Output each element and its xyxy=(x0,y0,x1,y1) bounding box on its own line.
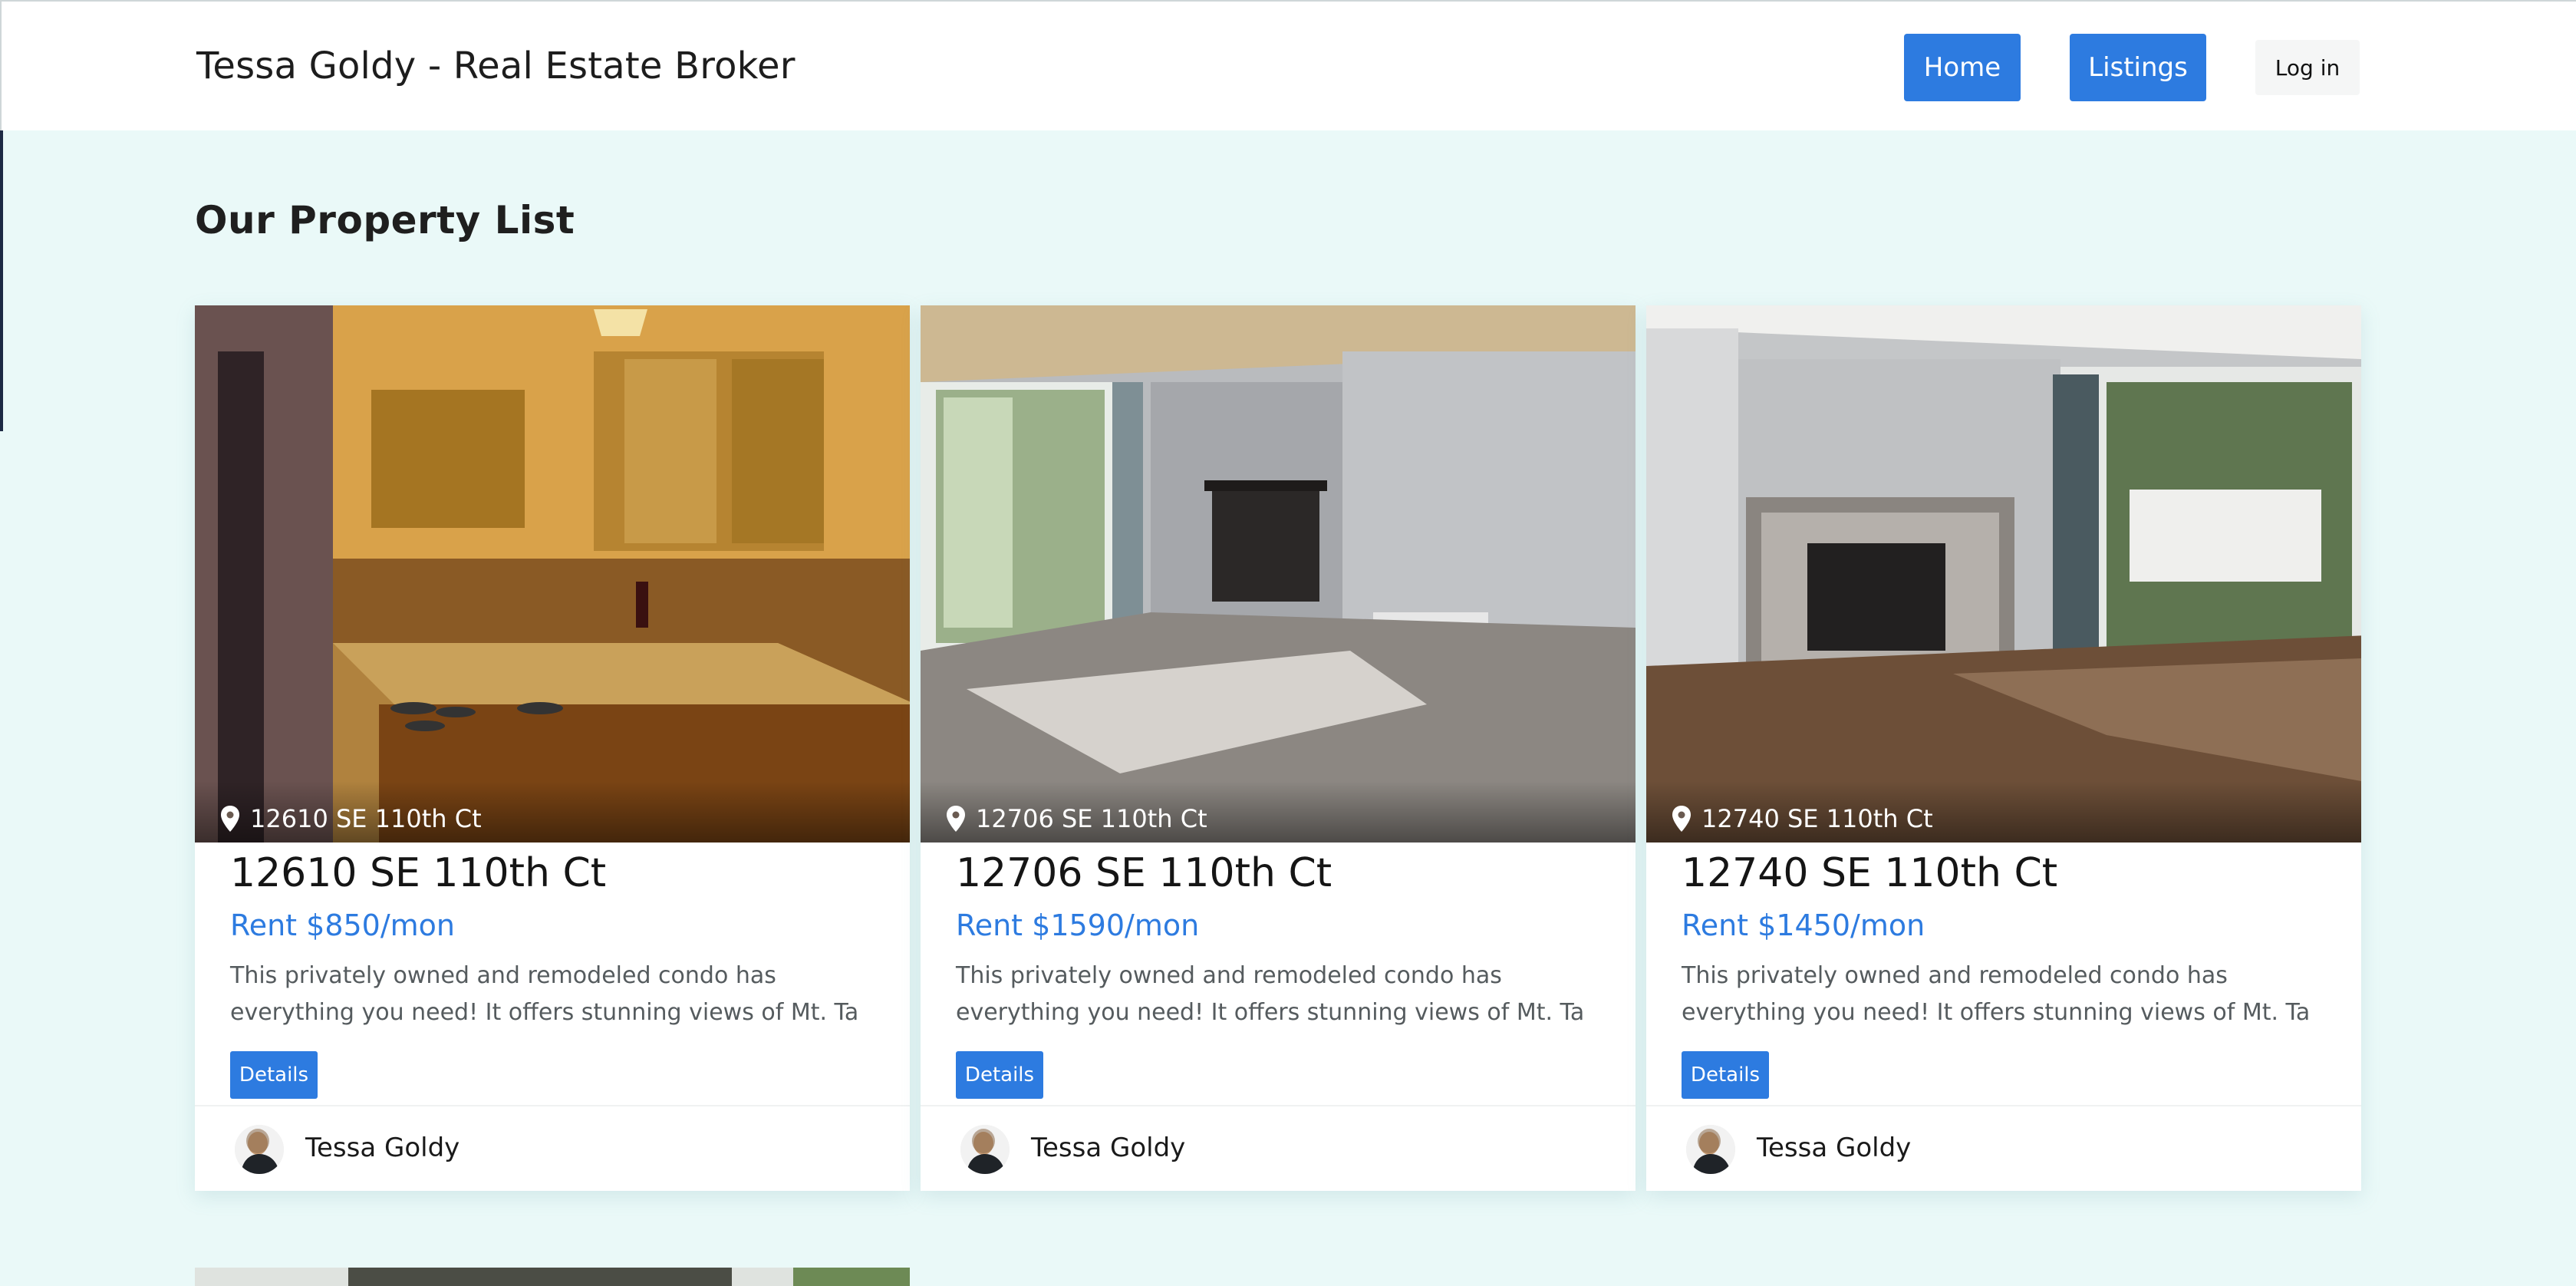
card-footer: Tessa Goldy xyxy=(1646,1105,2361,1191)
property-card: 12740 SE 110th Ct 12740 SE 110th Ct Rent… xyxy=(1646,305,2361,1191)
property-description: This privately owned and remodeled condo… xyxy=(1682,962,2311,1026)
map-pin-icon xyxy=(221,806,239,832)
property-photo[interactable]: 12740 SE 110th Ct xyxy=(1646,305,2361,842)
card-body: 12740 SE 110th Ct Rent $1450/mon This pr… xyxy=(1682,842,2326,1099)
agent-portrait-icon xyxy=(235,1125,284,1174)
map-pin-icon xyxy=(1672,806,1691,832)
property-price: Rent $1590/mon xyxy=(956,908,1200,942)
login-button[interactable]: Log in xyxy=(2255,40,2360,95)
agent-avatar xyxy=(235,1125,284,1174)
agent-name[interactable]: Tessa Goldy xyxy=(305,1133,460,1163)
property-photo[interactable]: 12706 SE 110th Ct xyxy=(921,305,1636,842)
photo-address-text: 12610 SE 110th Ct xyxy=(250,804,482,833)
photo-address-label: 12740 SE 110th Ct xyxy=(1672,804,1933,833)
window-edge xyxy=(0,130,3,431)
nav-listings-button[interactable]: Listings xyxy=(2070,34,2206,101)
agent-name[interactable]: Tessa Goldy xyxy=(1757,1133,1911,1163)
card-body: 12610 SE 110th Ct Rent $850/mon This pri… xyxy=(230,842,875,1099)
agent-portrait-icon xyxy=(1686,1125,1735,1174)
property-description: This privately owned and remodeled condo… xyxy=(230,962,859,1026)
card-body: 12706 SE 110th Ct Rent $1590/mon This pr… xyxy=(956,842,1600,1099)
property-title[interactable]: 12706 SE 110th Ct xyxy=(956,850,1600,896)
property-photo[interactable]: 12610 SE 110th Ct xyxy=(195,305,910,842)
page-title: Our Property List xyxy=(195,198,575,242)
agent-avatar xyxy=(960,1125,1010,1174)
property-price: Rent $850/mon xyxy=(230,908,455,942)
kitchen-photo xyxy=(195,305,910,842)
agent-name[interactable]: Tessa Goldy xyxy=(1031,1133,1185,1163)
agent-avatar xyxy=(1686,1125,1735,1174)
property-description: This privately owned and remodeled condo… xyxy=(956,962,1585,1026)
living-room-photo xyxy=(921,305,1636,842)
property-price: Rent $1450/mon xyxy=(1682,908,1925,942)
next-property-card-partial[interactable] xyxy=(195,1268,910,1286)
card-footer: Tessa Goldy xyxy=(921,1105,1636,1191)
brand-title[interactable]: Tessa Goldy - Real Estate Broker xyxy=(196,45,796,87)
photo-address-text: 12740 SE 110th Ct xyxy=(1701,804,1933,833)
map-pin-icon xyxy=(947,806,965,832)
property-title[interactable]: 12610 SE 110th Ct xyxy=(230,850,875,896)
details-button[interactable]: Details xyxy=(956,1051,1043,1099)
living-room-photo xyxy=(1646,305,2361,842)
details-button[interactable]: Details xyxy=(230,1051,318,1099)
photo-address-label: 12706 SE 110th Ct xyxy=(947,804,1207,833)
next-property-photo xyxy=(195,1268,910,1286)
photo-address-text: 12706 SE 110th Ct xyxy=(976,804,1207,833)
top-navbar: Tessa Goldy - Real Estate Broker Home Li… xyxy=(0,0,2576,130)
agent-portrait-icon xyxy=(960,1125,1010,1174)
nav-home-button[interactable]: Home xyxy=(1904,34,2021,101)
property-card: 12610 SE 110th Ct 12610 SE 110th Ct Rent… xyxy=(195,305,910,1191)
card-footer: Tessa Goldy xyxy=(195,1105,910,1191)
details-button[interactable]: Details xyxy=(1682,1051,1769,1099)
photo-address-label: 12610 SE 110th Ct xyxy=(221,804,482,833)
property-card: 12706 SE 110th Ct 12706 SE 110th Ct Rent… xyxy=(921,305,1636,1191)
property-title[interactable]: 12740 SE 110th Ct xyxy=(1682,850,2326,896)
